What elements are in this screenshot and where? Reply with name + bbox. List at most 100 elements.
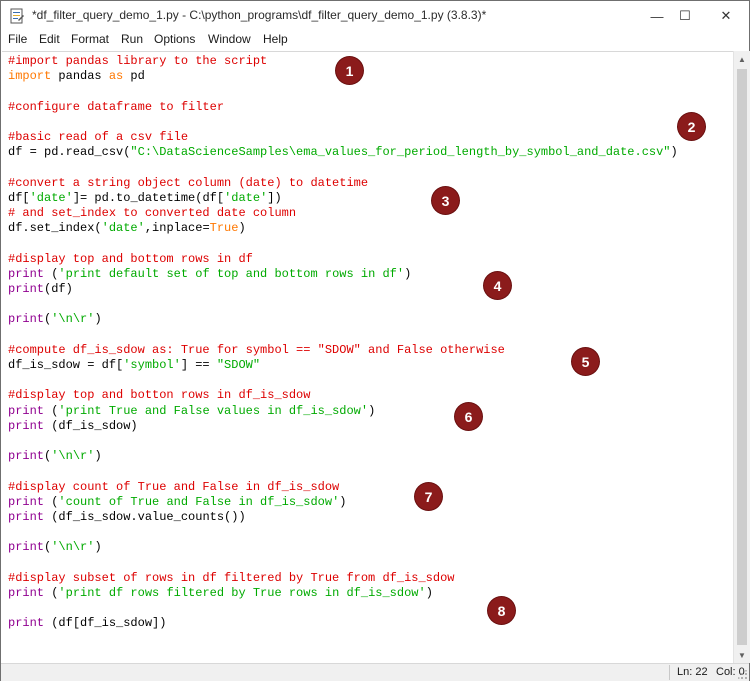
code-line[interactable]: print ('print default set of top and bot…	[8, 267, 678, 282]
code-line[interactable]	[8, 525, 678, 540]
menu-help[interactable]: Help	[263, 32, 288, 46]
resize-grip-icon[interactable]	[738, 670, 748, 680]
code-line[interactable]	[8, 464, 678, 479]
code-line[interactable]	[8, 556, 678, 571]
code-token-plain: )	[238, 221, 246, 236]
code-token-plain: df_is_sdow = df[	[8, 357, 124, 372]
code-token-builtin: print	[8, 509, 45, 524]
code-token-plain: (df)	[44, 281, 73, 296]
scrollbar-thumb[interactable]	[737, 69, 747, 645]
code-line[interactable]: #basic read of a csv file	[8, 130, 678, 145]
menu-window[interactable]: Window	[208, 32, 251, 46]
code-line[interactable]: print (df_is_sdow)	[8, 419, 678, 434]
vertical-scrollbar[interactable]: ▲ ▼	[733, 51, 750, 663]
code-line[interactable]	[8, 601, 678, 616]
callout-badge-7: 7	[415, 483, 442, 510]
status-bar: Ln: 22 Col: 0	[1, 663, 749, 681]
code-line[interactable]: #convert a string object column (date) t…	[8, 176, 678, 191]
code-token-builtin: print	[8, 403, 45, 418]
menu-options[interactable]: Options	[154, 32, 195, 46]
code-line[interactable]	[8, 160, 678, 175]
code-line[interactable]: #display subset of rows in df filtered b…	[8, 571, 678, 586]
code-token-comment: #display subset of rows in df filtered b…	[8, 570, 455, 585]
code-token-builtin: print	[8, 449, 45, 464]
callout-badge-5: 5	[572, 348, 599, 375]
code-token-comment: #compute df_is_sdow as: True for symbol …	[8, 342, 505, 357]
code-token-plain: )	[670, 145, 678, 160]
menu-format[interactable]: Format	[71, 32, 109, 46]
code-line[interactable]: print (df_is_sdow.value_counts())	[8, 510, 678, 525]
code-line[interactable]: print ('print True and False values in d…	[8, 404, 678, 419]
code-line[interactable]	[8, 297, 678, 312]
code-line[interactable]	[8, 84, 678, 99]
code-text[interactable]: #import pandas library to the script impo…	[8, 54, 678, 632]
menu-bar: File Edit Format Run Options Window Help	[1, 31, 749, 50]
code-token-str: 'count of True and False in df_is_sdow'	[58, 494, 340, 509]
code-token-str: 'date'	[224, 190, 268, 205]
title-bar[interactable]: *df_filter_query_demo_1.py - C:\python_p…	[1, 1, 749, 31]
code-token-builtin: print	[8, 585, 45, 600]
callout-badge-8: 8	[488, 597, 515, 624]
code-line[interactable]: df = pd.read_csv("C:\DataScienceSamples\…	[8, 145, 678, 160]
code-token-plain: )	[339, 494, 347, 509]
code-token-plain: (df_is_sdow.value_counts())	[44, 509, 246, 524]
code-line[interactable]: print('\n\r')	[8, 540, 678, 555]
code-line[interactable]: df['date']= pd.to_datetime(df['date'])	[8, 191, 678, 206]
code-line[interactable]: print('\n\r')	[8, 312, 678, 327]
code-token-comment: #configure dataframe to filter	[8, 99, 225, 114]
code-token-plain: )	[94, 449, 102, 464]
line-indicator: Ln: 22	[677, 666, 708, 678]
code-token-comment: #import pandas library to the script	[8, 54, 268, 68]
code-line[interactable]	[8, 328, 678, 343]
maximize-button[interactable]: ☐	[662, 1, 708, 31]
code-token-str: 'print True and False values in df_is_sd…	[58, 403, 369, 418]
code-line[interactable]	[8, 115, 678, 130]
close-button[interactable]: ✕	[703, 1, 749, 31]
code-token-comment: # and set_index to converted date column	[8, 205, 297, 220]
code-line[interactable]	[8, 434, 678, 449]
code-token-builtin: print	[8, 281, 45, 296]
code-token-plain: (	[44, 403, 59, 418]
code-line[interactable]: print('\n\r')	[8, 449, 678, 464]
code-token-plain: df[	[8, 190, 30, 205]
code-line[interactable]	[8, 373, 678, 388]
code-token-builtin: print	[8, 540, 45, 555]
code-token-plain: )	[94, 312, 102, 327]
code-token-plain: (	[44, 266, 59, 281]
code-line[interactable]: print (df[df_is_sdow])	[8, 616, 678, 631]
up-arrow-icon[interactable]: ▲	[734, 51, 750, 67]
status-separator	[669, 665, 670, 680]
code-line[interactable]: print ('print df rows filtered by True r…	[8, 586, 678, 601]
code-token-comment: #display top and botton rows in df_is_sd…	[8, 388, 311, 403]
code-token-builtin: print	[8, 312, 45, 327]
code-token-plain: pandas	[51, 69, 109, 84]
code-token-builtin: print	[8, 266, 45, 281]
down-arrow-icon[interactable]: ▼	[734, 647, 750, 663]
callout-badge-6: 6	[455, 403, 482, 430]
code-token-builtin: print	[8, 616, 45, 631]
code-line[interactable]: #display top and bottom rows in df	[8, 252, 678, 267]
code-line[interactable]: print ('count of True and False in df_is…	[8, 495, 678, 510]
menu-edit[interactable]: Edit	[39, 32, 60, 46]
idle-editor-window: *df_filter_query_demo_1.py - C:\python_p…	[0, 0, 750, 681]
code-token-comment: #basic read of a csv file	[8, 129, 189, 144]
code-line[interactable]: #display top and botton rows in df_is_sd…	[8, 388, 678, 403]
idle-python-file-icon	[10, 8, 24, 24]
code-token-plain: ]= pd.to_datetime(df[	[72, 190, 225, 205]
code-token-str: 'print df rows filtered by True rows in …	[58, 585, 426, 600]
code-line[interactable]: df.set_index('date',inplace=True)	[8, 221, 678, 236]
code-line[interactable]	[8, 236, 678, 251]
menu-file[interactable]: File	[8, 32, 27, 46]
code-token-str: 'symbol'	[123, 357, 181, 372]
menu-run[interactable]: Run	[121, 32, 143, 46]
code-line[interactable]: #configure dataframe to filter	[8, 100, 678, 115]
code-token-plain: ,inplace=	[144, 221, 210, 236]
code-line[interactable]: #display count of True and False in df_i…	[8, 480, 678, 495]
code-line[interactable]: # and set_index to converted date column	[8, 206, 678, 221]
callout-badge-1: 1	[336, 57, 363, 84]
code-editor[interactable]: #import pandas library to the script impo…	[2, 51, 733, 664]
code-token-str: '\n\r'	[51, 449, 95, 464]
code-line[interactable]: print(df)	[8, 282, 678, 297]
callout-badge-4: 4	[484, 272, 511, 299]
code-token-plain: df = pd.read_csv(	[8, 145, 131, 160]
